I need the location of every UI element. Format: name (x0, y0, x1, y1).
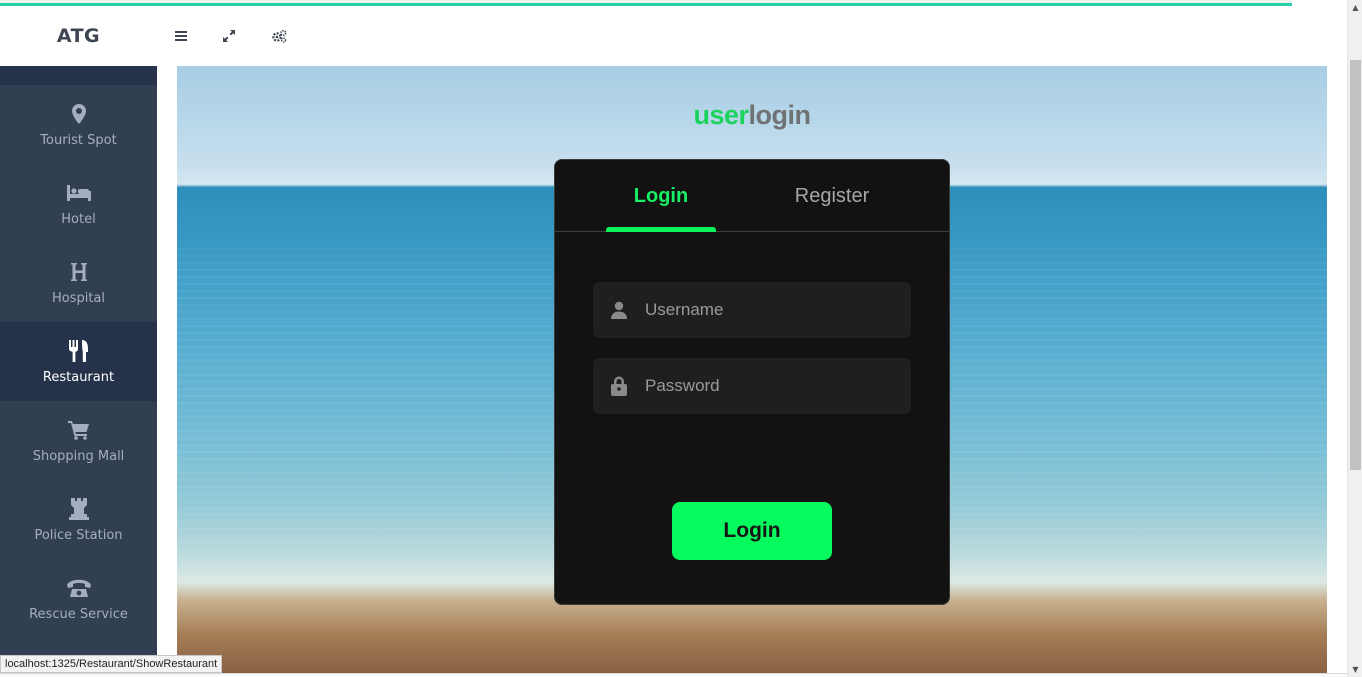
content-gutter (157, 66, 177, 677)
sidebar-item-label: Hospital (51, 291, 106, 306)
lock-icon (593, 376, 645, 396)
sidebar-item-label: Hotel (61, 212, 96, 227)
scroll-up-arrow-icon[interactable]: ▲ (1348, 0, 1362, 15)
content-right-margin (1327, 66, 1347, 677)
cutlery-icon (68, 338, 90, 364)
scroll-down-arrow-icon[interactable]: ▼ (1348, 662, 1362, 677)
sidebar-item-label: Tourist Spot (40, 133, 117, 148)
sidebar-item-hospital[interactable]: Hospital (0, 243, 157, 322)
page-title: userlogin (177, 100, 1327, 131)
page-title-part-user: user (693, 100, 749, 130)
password-input[interactable] (645, 376, 911, 396)
sidebar-item-label: Police Station (34, 528, 123, 543)
sidebar-item-police-station[interactable]: Police Station (0, 480, 157, 559)
user-icon (593, 301, 645, 319)
username-field[interactable] (593, 282, 911, 338)
sidebar-item-label: Shopping Mall (32, 449, 125, 464)
sidebar-item-tourist-spot[interactable]: Tourist Spot (0, 85, 157, 164)
auth-tabs: Login Register (555, 160, 949, 232)
sidebar-item-label: Rescue Service (29, 607, 128, 622)
bed-icon (66, 180, 91, 206)
sidebar-item-hotel[interactable]: Hotel (0, 164, 157, 243)
sidebar-item-restaurant[interactable]: Restaurant (0, 322, 157, 401)
settings-button[interactable] (267, 24, 291, 48)
sidebar: Tourist Spot Hotel Hospital Restaurant S… (0, 66, 157, 677)
username-input[interactable] (645, 300, 911, 320)
shopping-cart-icon (67, 417, 90, 443)
sidebar-item-rescue-service[interactable]: Rescue Service (0, 559, 157, 638)
fullscreen-button[interactable] (217, 24, 241, 48)
top-navbar: ATG (0, 6, 1347, 66)
menu-toggle-button[interactable] (169, 24, 193, 48)
hamburger-menu-icon (175, 31, 187, 41)
tower-icon (68, 496, 89, 522)
bottom-edge (0, 673, 1347, 677)
expand-icon (223, 30, 235, 42)
sidebar-item-label: Restaurant (42, 370, 115, 385)
password-field[interactable] (593, 358, 911, 414)
tab-register[interactable]: Register (773, 160, 891, 232)
browser-status-url: localhost:1325/Restaurant/ShowRestaurant (0, 655, 223, 673)
cogs-icon (272, 29, 287, 43)
map-marker-icon (71, 101, 87, 127)
login-card: Login Register Login (554, 159, 950, 605)
brand-logo[interactable]: ATG (0, 6, 157, 66)
tab-login[interactable]: Login (606, 160, 716, 232)
login-submit-button[interactable]: Login (672, 502, 832, 560)
scrollbar-thumb[interactable] (1350, 60, 1361, 470)
active-tab-indicator (606, 227, 716, 232)
page-title-part-login: login (748, 100, 811, 130)
phone-icon (66, 575, 91, 601)
hospital-h-icon (69, 259, 89, 285)
sidebar-header (0, 66, 157, 85)
vertical-scrollbar[interactable]: ▲ ▼ (1347, 0, 1362, 677)
sidebar-item-shopping-mall[interactable]: Shopping Mall (0, 401, 157, 480)
